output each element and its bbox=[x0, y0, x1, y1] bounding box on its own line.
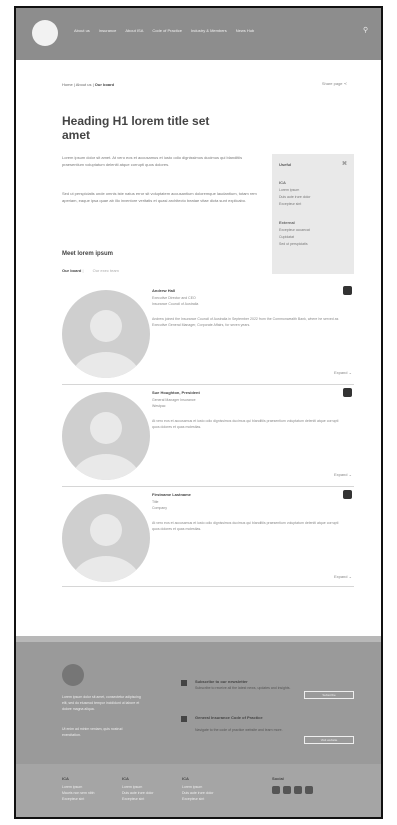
social-label: Social bbox=[272, 776, 284, 781]
useful-link[interactable]: Excepteur sint bbox=[279, 202, 301, 206]
intro-paragraph: Lorem ipsum dolor sit amet. At vero eos … bbox=[62, 155, 243, 167]
linkedin-icon[interactable] bbox=[283, 786, 291, 794]
document-icon bbox=[181, 716, 187, 722]
member-name: Sue Houghton, President bbox=[152, 390, 200, 395]
footer-column: ICA Lorem ipsum Duis aute irure dolor Ex… bbox=[182, 776, 214, 802]
facebook-icon[interactable] bbox=[272, 786, 280, 794]
member-company: Company bbox=[152, 506, 167, 510]
footer-logo bbox=[62, 664, 84, 686]
code-title: General Insurance Code of Practice bbox=[195, 715, 263, 720]
chevron-down-icon: ⌄ bbox=[348, 370, 352, 375]
board-member-card: Andrew Hall Executive Director and CEO I… bbox=[62, 286, 354, 386]
footer-column-head: ICA bbox=[62, 776, 69, 781]
board-tabs: Our board | Our exec team bbox=[62, 268, 119, 273]
member-bio: At vero eos et accusamus et iusto odio d… bbox=[152, 521, 339, 531]
page-title: Heading H1 lorem title set amet bbox=[62, 114, 210, 142]
useful-link[interactable]: Excepteur occaecat bbox=[279, 228, 310, 232]
member-role: General Manager Insurance bbox=[152, 398, 196, 402]
newsletter-title: Subscribe to our newsletter bbox=[195, 679, 248, 684]
member-role: Title bbox=[152, 500, 159, 504]
divider bbox=[62, 384, 354, 385]
useful-group2-head: External bbox=[279, 220, 295, 225]
main-nav: About us Insurance About ISA Code of Pra… bbox=[74, 28, 254, 33]
footer-about-text-2: Ut enim ad minim veniam, quis nostrud ex… bbox=[62, 727, 123, 737]
twitter-icon[interactable] bbox=[305, 786, 313, 794]
useful-links-title: Useful bbox=[279, 162, 292, 167]
footer-links: ICA Lorem ipsum Mauris non sem nibh Exce… bbox=[16, 764, 381, 817]
useful-link[interactable]: Lorem ipsum bbox=[279, 188, 299, 192]
mail-icon bbox=[181, 680, 187, 686]
social-links bbox=[272, 786, 313, 794]
footer-main: Lorem ipsum dolor sit amet, consectetur … bbox=[16, 636, 381, 764]
code-visit-button[interactable]: Visit website bbox=[304, 736, 354, 744]
useful-link[interactable]: Cupidatat bbox=[279, 235, 294, 239]
share-page-link[interactable]: Share page ≺ bbox=[322, 81, 347, 86]
newsletter-subtext: Subscribe to receive all the latest news… bbox=[195, 686, 291, 690]
board-member-card: Firstname Lastname Title Company At vero… bbox=[62, 490, 354, 590]
site-logo[interactable] bbox=[32, 20, 58, 46]
footer-column-head: ICA bbox=[122, 776, 129, 781]
expand-button[interactable]: Expand ⌄ bbox=[334, 370, 352, 375]
top-navigation-bar: About us Insurance About ISA Code of Pra… bbox=[16, 8, 381, 60]
search-icon[interactable]: ⚲ bbox=[363, 27, 371, 35]
linkedin-icon[interactable] bbox=[343, 388, 352, 397]
expand-label: Expand bbox=[333, 472, 348, 477]
breadcrumb: Home | About us | Our board bbox=[62, 82, 115, 87]
footer-column-head: ICA bbox=[182, 776, 189, 781]
member-bio: At vero eos et accusamus et iusto odio d… bbox=[152, 419, 339, 429]
breadcrumb-about[interactable]: About us bbox=[76, 82, 92, 87]
member-name: Firstname Lastname bbox=[152, 492, 191, 497]
useful-links-box: Useful ⌘ ICA Lorem ipsum Duis aute irure… bbox=[272, 154, 354, 274]
linkedin-icon[interactable] bbox=[343, 490, 352, 499]
share-icon: ≺ bbox=[343, 81, 347, 86]
tab-exec-team[interactable]: Our exec team bbox=[93, 268, 119, 273]
divider bbox=[62, 586, 354, 587]
section-title: Meet lorem ipsum bbox=[62, 251, 114, 257]
member-company: Insurance Council of Australia bbox=[152, 302, 199, 306]
member-role: Executive Director and CEO bbox=[152, 296, 196, 300]
useful-group1-head: ICA bbox=[279, 180, 286, 185]
nav-item-code-of-practice[interactable]: Code of Practice bbox=[152, 28, 182, 33]
avatar bbox=[62, 494, 150, 582]
footer-about-text: Lorem ipsum dolor sit amet, consectetur … bbox=[62, 695, 141, 711]
newsletter-subscribe-button[interactable]: Subscribe bbox=[304, 691, 354, 699]
nav-item-about[interactable]: About us bbox=[74, 28, 90, 33]
link-icon: ⌘ bbox=[342, 161, 347, 167]
footer-link[interactable]: Excepteur sint bbox=[62, 796, 95, 802]
expand-button[interactable]: Expand ⌄ bbox=[334, 472, 352, 477]
breadcrumb-home[interactable]: Home bbox=[62, 82, 73, 87]
member-company: Westpac bbox=[152, 404, 166, 408]
footer-column: ICA Lorem ipsum Duis aute irure dolor Ex… bbox=[122, 776, 154, 802]
youtube-icon[interactable] bbox=[294, 786, 302, 794]
tab-divider: | bbox=[82, 268, 84, 273]
divider bbox=[62, 486, 354, 487]
member-bio: Andrew joined the Insurance Council of A… bbox=[152, 317, 339, 327]
expand-label: Expand bbox=[333, 574, 348, 579]
breadcrumb-current: Our board bbox=[94, 82, 115, 87]
footer-link[interactable]: Excepteur sint bbox=[122, 796, 154, 802]
nav-item-insurance[interactable]: Insurance bbox=[99, 28, 117, 33]
body-paragraph: Sed ut perspiciatis unde omnis iste natu… bbox=[62, 191, 257, 203]
chevron-down-icon: ⌄ bbox=[348, 574, 352, 579]
nav-item-news[interactable]: News Hub bbox=[236, 28, 254, 33]
tab-our-board[interactable]: Our board bbox=[62, 268, 81, 273]
expand-button[interactable]: Expand ⌄ bbox=[334, 574, 352, 579]
useful-link[interactable]: Sed ut perspiciatis bbox=[279, 242, 308, 246]
code-subtext: Navigate to the code of practice website… bbox=[195, 728, 283, 732]
chevron-down-icon: ⌄ bbox=[348, 472, 352, 477]
board-member-card: Sue Houghton, President General Manager … bbox=[62, 388, 354, 488]
footer-link[interactable]: Excepteur sint bbox=[182, 796, 214, 802]
useful-link[interactable]: Duis aute irure dolor bbox=[279, 195, 311, 199]
nav-item-about-isa[interactable]: About ISA bbox=[125, 28, 143, 33]
avatar bbox=[62, 290, 150, 378]
linkedin-icon[interactable] bbox=[343, 286, 352, 295]
footer-column: ICA Lorem ipsum Mauris non sem nibh Exce… bbox=[62, 776, 95, 802]
share-label: Share page bbox=[321, 81, 343, 86]
page-frame: About us Insurance About ISA Code of Pra… bbox=[14, 6, 383, 819]
member-name: Andrew Hall bbox=[152, 288, 176, 293]
nav-item-industry[interactable]: Industry & Members bbox=[191, 28, 227, 33]
avatar bbox=[62, 392, 150, 480]
expand-label: Expand bbox=[333, 370, 348, 375]
